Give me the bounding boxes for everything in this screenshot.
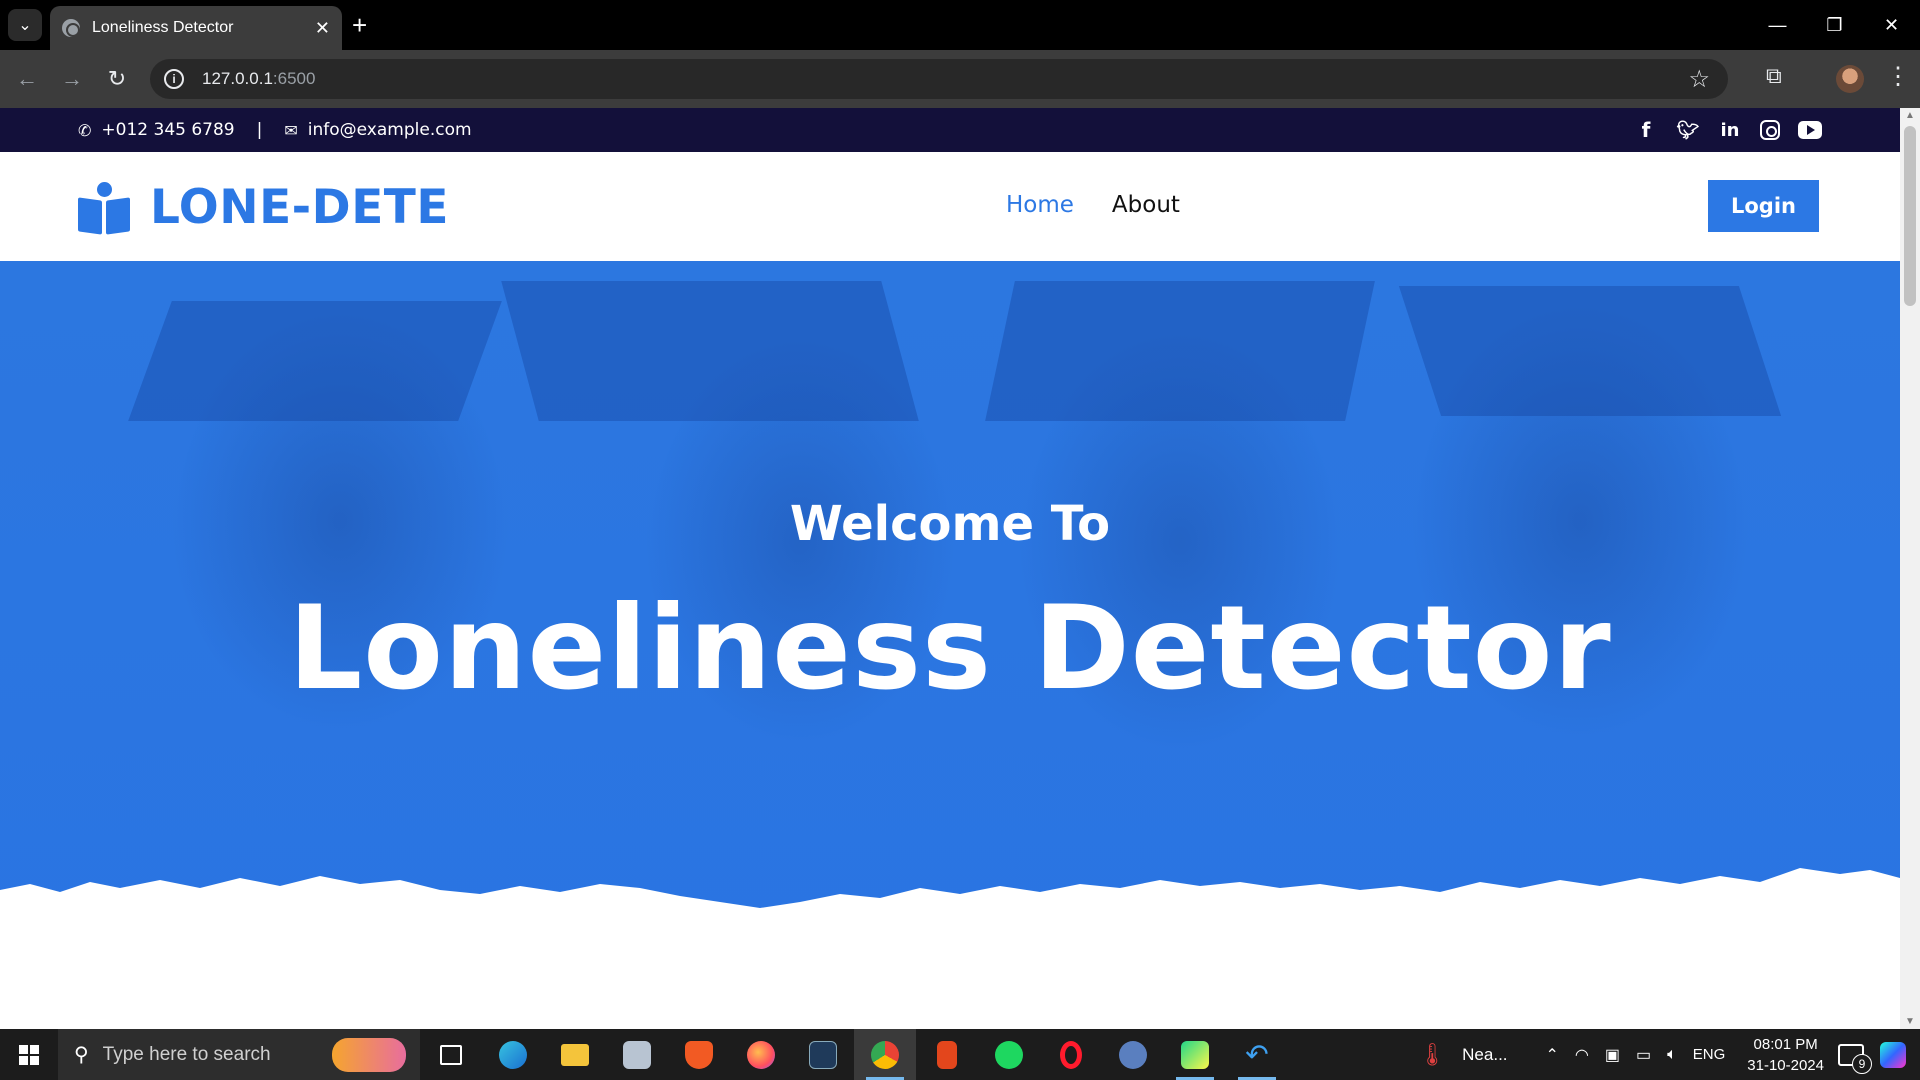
close-window-button[interactable]: ✕ [1863, 0, 1920, 50]
search-icon: ⚲ [74, 1044, 89, 1066]
globe-icon [62, 19, 80, 37]
notification-count: 9 [1852, 1053, 1872, 1074]
profile-avatar[interactable] [1836, 65, 1864, 93]
windows-logo-icon [19, 1044, 39, 1065]
task-view-icon[interactable] [420, 1029, 482, 1080]
browser-tab-bar: ⌄ Loneliness Detector ✕ + — ❐ ✕ [0, 0, 1920, 50]
qbittorrent-icon[interactable] [1102, 1029, 1164, 1080]
scroll-down-arrow-icon[interactable]: ▼ [1904, 1016, 1916, 1027]
background-photo-shape [1398, 286, 1782, 416]
background-photo-shape [985, 281, 1375, 421]
notification-icon[interactable]: 9 [1838, 1043, 1872, 1074]
brave-icon[interactable] [668, 1029, 730, 1080]
site-info-icon[interactable]: i [164, 69, 184, 89]
opera-icon[interactable] [1040, 1029, 1102, 1080]
page-scrollbar[interactable]: ▲ ▼ [1900, 108, 1920, 1029]
copilot-icon[interactable] [1880, 1041, 1906, 1068]
restore-button[interactable]: ❐ [1806, 0, 1863, 50]
site-navbar: LONE-DETE Home About Login [0, 152, 1900, 261]
office-icon[interactable] [916, 1029, 978, 1080]
background-photo-shape [128, 301, 502, 421]
linkedin-icon[interactable]: in [1718, 120, 1742, 141]
thermometer-icon[interactable]: 🌡︎ [1418, 1042, 1446, 1068]
pycharm-icon[interactable] [1164, 1029, 1226, 1080]
close-tab-icon[interactable]: ✕ [315, 18, 330, 39]
url-port: :6500 [272, 69, 316, 88]
spotify-icon[interactable] [978, 1029, 1040, 1080]
tab-search-button[interactable]: ⌄ [8, 9, 42, 41]
reader-logo-icon [78, 181, 130, 235]
login-button[interactable]: Login [1708, 180, 1819, 232]
nav-about[interactable]: About [1112, 192, 1180, 218]
social-links: f 🐦︎ in [1634, 108, 1822, 152]
battery-icon[interactable]: ▭ [1636, 1045, 1651, 1065]
chrome-icon[interactable] [854, 1029, 916, 1080]
volume-icon[interactable]: 🔈︎ [1667, 1046, 1677, 1064]
site-logo[interactable]: LONE-DETE [78, 180, 449, 235]
hero-subtitle: Welcome To [789, 496, 1111, 552]
twitter-icon[interactable]: 🐦︎ [1676, 120, 1700, 141]
browser-menu-icon[interactable]: ⋮ [1886, 62, 1910, 91]
facebook-icon[interactable]: f [1634, 118, 1658, 142]
new-tab-button[interactable]: + [352, 10, 367, 40]
system-tray: 🌡︎ Nea... ⌃ ◠ ▣ ▭ 🔈︎ ENG 08:01 PM 31-10-… [1410, 1029, 1920, 1080]
torn-paper-edge [0, 868, 1900, 1029]
background-photo-shape [501, 281, 919, 421]
search-placeholder: Type here to search [102, 1043, 271, 1065]
mysql-icon[interactable] [792, 1029, 854, 1080]
url-host: 127.0.0.1 [202, 69, 273, 88]
language-indicator[interactable]: ENG [1693, 1046, 1726, 1063]
browser-tab[interactable]: Loneliness Detector ✕ [50, 6, 342, 50]
window-controls: — ❐ ✕ [1749, 0, 1920, 50]
clock-date: 31-10-2024 [1747, 1056, 1824, 1074]
weather-text[interactable]: Nea... [1462, 1045, 1507, 1065]
hero-title: Loneliness Detector [288, 581, 1612, 716]
scroll-thumb[interactable] [1904, 126, 1916, 306]
chevron-up-icon[interactable]: ⌃ [1546, 1045, 1559, 1065]
extensions-icon[interactable]: ⧉ [1766, 63, 1794, 93]
address-bar[interactable]: i 127.0.0.1:6500 ☆ [150, 59, 1728, 99]
topbar-separator: | [256, 120, 263, 140]
file-explorer-icon[interactable] [544, 1029, 606, 1080]
app-arrow-icon[interactable]: ↶ [1226, 1029, 1288, 1080]
nav-home[interactable]: Home [1006, 192, 1074, 218]
clock-time: 08:01 PM [1753, 1035, 1818, 1053]
contact-topbar: ✆ +012 345 6789 | ✉ info@example.com f 🐦… [0, 108, 1900, 152]
main-menu: Home About [1006, 192, 1180, 218]
envelope-icon: ✉ [284, 120, 298, 140]
phone-icon: ✆ [78, 120, 92, 140]
search-highlight-image [332, 1038, 406, 1072]
start-button[interactable] [0, 1029, 58, 1080]
page-viewport: ✆ +012 345 6789 | ✉ info@example.com f 🐦… [0, 108, 1900, 1029]
instagram-icon[interactable] [1760, 120, 1780, 140]
tab-title: Loneliness Detector [92, 19, 234, 36]
clock[interactable]: 08:01 PM 31-10-2024 [1747, 1034, 1824, 1076]
phone-number: +012 345 6789 [101, 120, 235, 140]
youtube-icon[interactable] [1798, 121, 1822, 139]
back-button[interactable]: ← [10, 62, 44, 96]
browser-toolbar: ← → ↻ i 127.0.0.1:6500 ☆ ⧉ ⋮ [0, 50, 1920, 108]
forward-button[interactable]: → [55, 62, 89, 96]
scroll-up-arrow-icon[interactable]: ▲ [1904, 110, 1916, 121]
windows-taskbar: ⚲ Type here to search ↶ 🌡︎ Nea... ⌃ ◠ ▣ … [0, 1029, 1920, 1080]
bookmark-star-icon[interactable]: ☆ [1688, 65, 1710, 94]
taskbar-search[interactable]: ⚲ Type here to search [58, 1029, 420, 1080]
firefox-icon[interactable] [730, 1029, 792, 1080]
logo-text: LONE-DETE [150, 180, 449, 235]
device-icon[interactable]: ▣ [1605, 1045, 1620, 1065]
network-icon[interactable]: ◠ [1575, 1045, 1589, 1065]
reload-button[interactable]: ↻ [100, 62, 134, 96]
email-address: info@example.com [307, 120, 472, 140]
minimize-button[interactable]: — [1749, 0, 1806, 50]
app-icon[interactable] [606, 1029, 668, 1080]
edge-icon[interactable] [482, 1029, 544, 1080]
